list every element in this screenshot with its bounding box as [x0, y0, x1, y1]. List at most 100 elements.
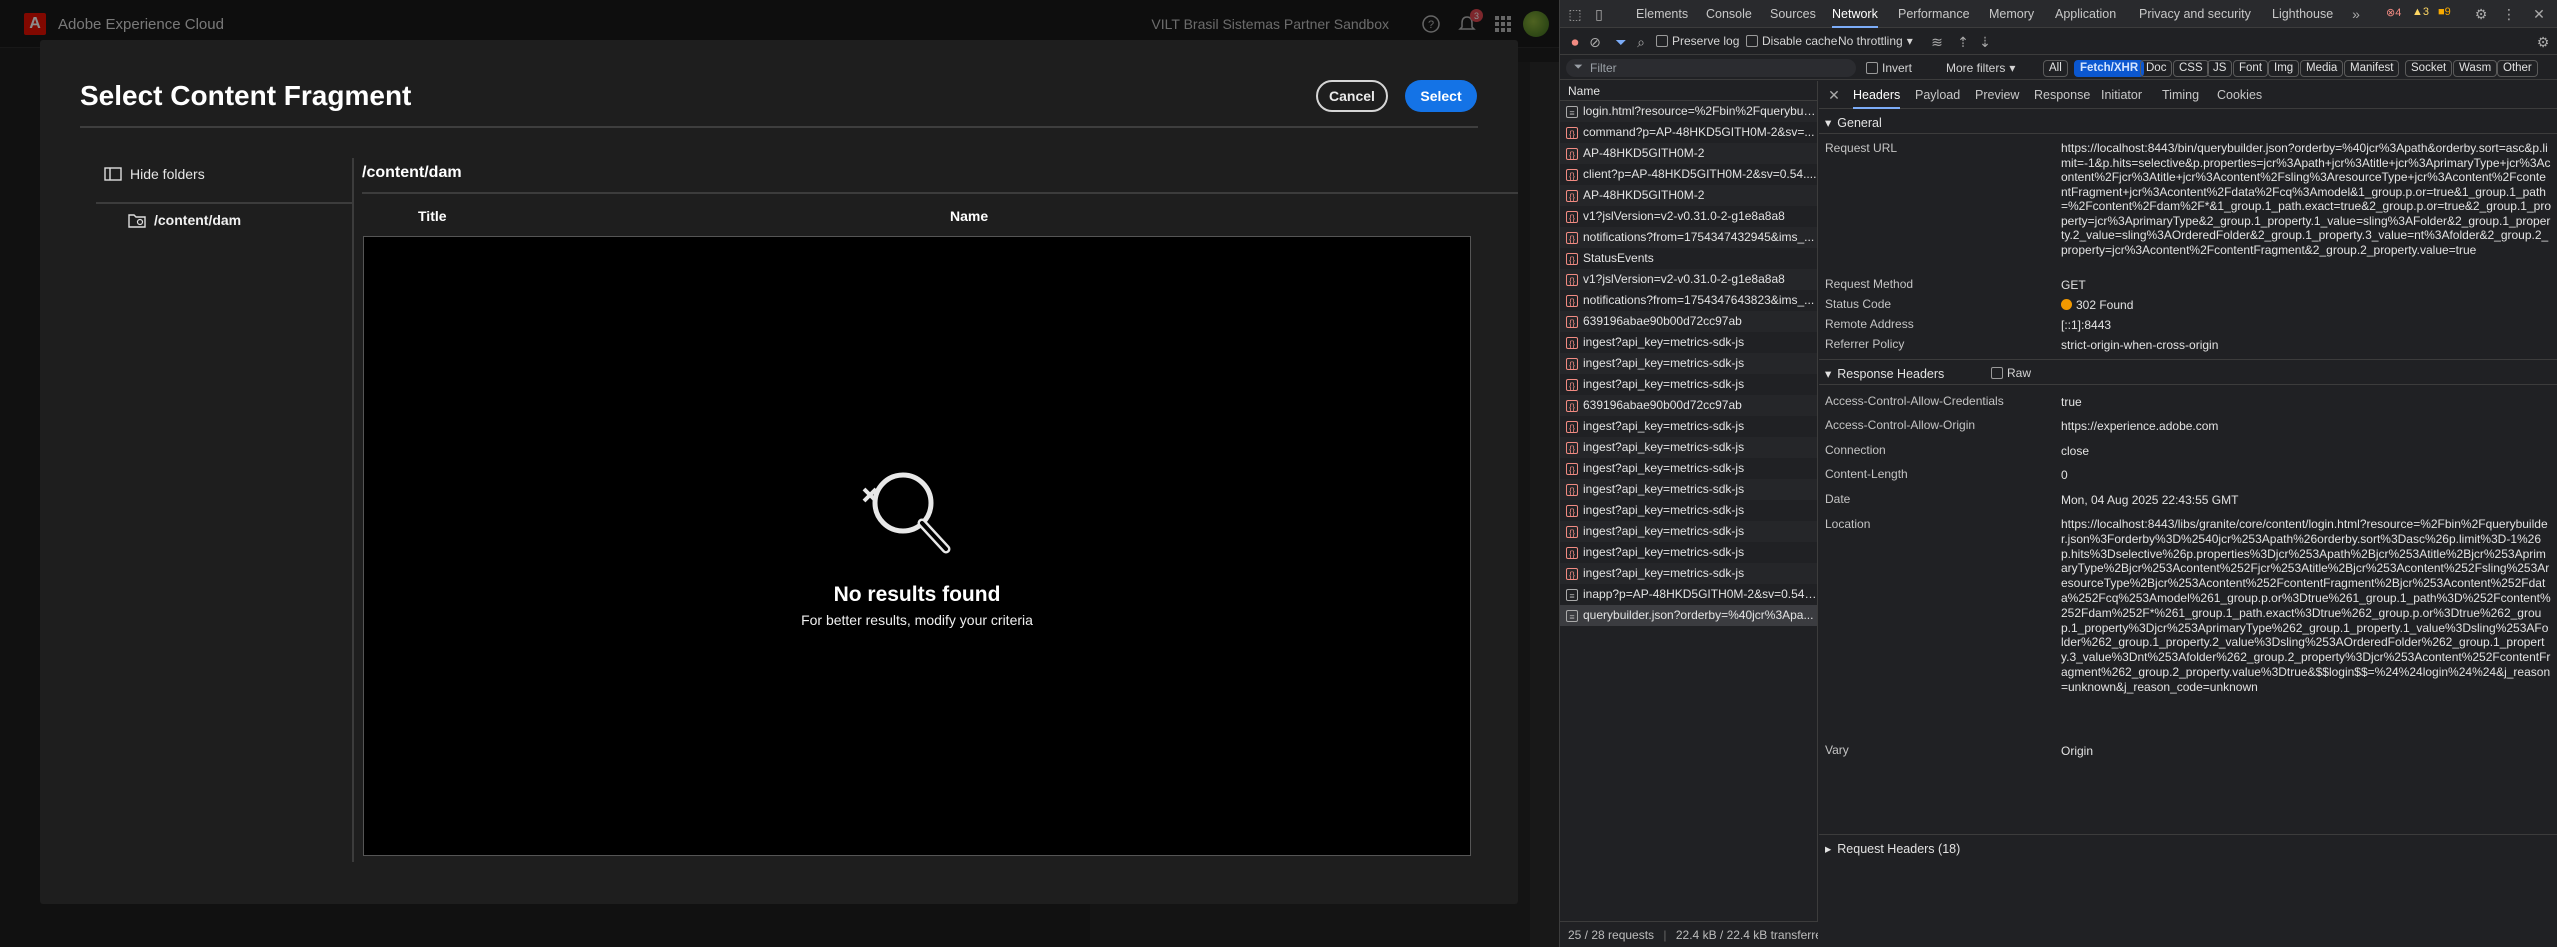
device-toggle-icon[interactable]: ▯: [1590, 5, 1608, 23]
header-value[interactable]: close: [2061, 443, 2551, 459]
tab-application[interactable]: Application: [2055, 0, 2116, 28]
request-row[interactable]: {} 639196abae90b00d72cc97ab: [1560, 395, 1817, 416]
filter-type-css[interactable]: CSS: [2173, 60, 2209, 77]
folder-divider: [96, 202, 352, 204]
filter-type-socket[interactable]: Socket: [2405, 60, 2453, 77]
tab-payload[interactable]: Payload: [1915, 81, 1960, 109]
header-value[interactable]: https://localhost:8443/libs/granite/core…: [2061, 517, 2551, 695]
request-row[interactable]: {} v1?jslVersion=v2-v0.31.0-2-g1e8a8a8: [1560, 206, 1817, 227]
column-header-name[interactable]: Name: [950, 208, 988, 224]
kebab-menu-icon[interactable]: ⋮: [2500, 5, 2518, 23]
request-row[interactable]: {} ingest?api_key=metrics-sdk-js: [1560, 500, 1817, 521]
filter-input[interactable]: Filter: [1566, 59, 1856, 77]
filter-type-media[interactable]: Media: [2300, 60, 2344, 77]
column-header-title[interactable]: Title: [418, 208, 447, 224]
filter-icon[interactable]: ⏷: [1612, 33, 1630, 51]
folder-tree-item-content-dam[interactable]: /content/dam: [128, 212, 241, 228]
header-value[interactable]: 0: [2061, 467, 2551, 483]
tab-response[interactable]: Response: [2034, 81, 2090, 109]
filter-type-manifest[interactable]: Manifest: [2344, 60, 2400, 77]
tab-elements[interactable]: Elements: [1636, 0, 1688, 28]
header-key: Access-Control-Allow-Credentials: [1825, 394, 2004, 408]
request-row[interactable]: {} StatusEvents: [1560, 248, 1817, 269]
close-detail-icon[interactable]: ✕: [1825, 86, 1843, 104]
filter-type-js[interactable]: JS: [2207, 60, 2233, 77]
network-settings-gear-icon[interactable]: ⚙: [2534, 33, 2552, 51]
tab-network[interactable]: Network: [1832, 0, 1878, 28]
response-headers-toggle[interactable]: ▾ Response Headers: [1825, 366, 1944, 382]
more-tabs-icon[interactable]: »: [2347, 5, 2365, 23]
request-name: ingest?api_key=metrics-sdk-js: [1583, 440, 1745, 454]
disable-cache-checkbox[interactable]: Disable cache: [1746, 34, 1837, 48]
tab-performance[interactable]: Performance: [1898, 0, 1970, 28]
filter-type-fetch-xhr[interactable]: Fetch/XHR: [2074, 60, 2145, 77]
invert-checkbox[interactable]: Invert: [1866, 61, 1912, 75]
settings-gear-icon[interactable]: ⚙: [2472, 5, 2490, 23]
request-row[interactable]: {} ingest?api_key=metrics-sdk-js: [1560, 542, 1817, 563]
filter-type-doc[interactable]: Doc: [2140, 60, 2173, 77]
throttling-select[interactable]: No throttling ▾: [1838, 34, 1913, 48]
tab-lighthouse[interactable]: Lighthouse: [2272, 0, 2333, 28]
filter-type-all[interactable]: All: [2043, 60, 2068, 77]
select-button[interactable]: Select: [1405, 80, 1477, 112]
filter-type-wasm[interactable]: Wasm: [2453, 60, 2498, 77]
request-row[interactable]: {} ingest?api_key=metrics-sdk-js: [1560, 563, 1817, 584]
request-row[interactable]: {} command?p=AP-48HKD5GITH0M-2&sv=...: [1560, 122, 1817, 143]
import-icon[interactable]: ⇡: [1954, 33, 1972, 51]
general-section-toggle[interactable]: ▾ General: [1825, 115, 1882, 131]
request-row[interactable]: {} ingest?api_key=metrics-sdk-js: [1560, 458, 1817, 479]
raw-checkbox[interactable]: Raw: [1991, 366, 2031, 380]
preserve-log-checkbox[interactable]: Preserve log: [1656, 34, 1739, 48]
header-value[interactable]: https://experience.adobe.com: [2061, 418, 2551, 434]
warning-count-badge[interactable]: ▲3: [2412, 6, 2429, 18]
request-row[interactable]: {} ingest?api_key=metrics-sdk-js: [1560, 437, 1817, 458]
header-value[interactable]: Origin: [2061, 743, 2551, 759]
tab-cookies[interactable]: Cookies: [2217, 81, 2262, 109]
request-row[interactable]: {} ingest?api_key=metrics-sdk-js: [1560, 353, 1817, 374]
tab-memory[interactable]: Memory: [1989, 0, 2034, 28]
request-row[interactable]: {} notifications?from=1754347432945&ims_.…: [1560, 227, 1817, 248]
funnel-icon: ⏷: [1574, 61, 1583, 73]
tab-timing[interactable]: Timing: [2162, 81, 2199, 109]
tab-privacy-security[interactable]: Privacy and security: [2139, 0, 2251, 28]
request-row[interactable]: {} notifications?from=1754347643823&ims_.…: [1560, 290, 1817, 311]
request-row[interactable]: {} AP-48HKD5GITH0M-2: [1560, 143, 1817, 164]
inspect-element-icon[interactable]: ⬚: [1566, 5, 1584, 23]
close-icon[interactable]: ✕: [2530, 5, 2548, 23]
request-row[interactable]: {} client?p=AP-48HKD5GITH0M-2&sv=0.54....: [1560, 164, 1817, 185]
request-list-header[interactable]: Name: [1560, 81, 1817, 101]
empty-state-title: No results found: [833, 583, 1001, 606]
request-row[interactable]: ≡ login.html?resource=%2Fbin%2Fquerybuil.…: [1560, 101, 1817, 122]
record-icon[interactable]: ⏺: [1566, 33, 1584, 51]
tab-initiator[interactable]: Initiator: [2101, 81, 2142, 109]
request-row[interactable]: {} ingest?api_key=metrics-sdk-js: [1560, 479, 1817, 500]
request-row[interactable]: {} ingest?api_key=metrics-sdk-js: [1560, 332, 1817, 353]
header-value[interactable]: Mon, 04 Aug 2025 22:43:55 GMT: [2061, 492, 2551, 508]
request-row[interactable]: {} ingest?api_key=metrics-sdk-js: [1560, 521, 1817, 542]
request-row[interactable]: {} AP-48HKD5GITH0M-2: [1560, 185, 1817, 206]
wifi-icon[interactable]: ≋: [1928, 33, 1946, 51]
request-row[interactable]: {} ingest?api_key=metrics-sdk-js: [1560, 416, 1817, 437]
request-row[interactable]: {} ingest?api_key=metrics-sdk-js: [1560, 374, 1817, 395]
request-row[interactable]: ≡ querybuilder.json?orderby=%40jcr%3Apa..…: [1560, 605, 1817, 626]
tab-headers[interactable]: Headers: [1853, 81, 1901, 109]
tab-console[interactable]: Console: [1706, 0, 1752, 28]
tab-sources[interactable]: Sources: [1770, 0, 1816, 28]
request-headers-toggle[interactable]: ▸ Request Headers (18): [1825, 841, 1960, 857]
export-icon[interactable]: ⇣: [1976, 33, 1994, 51]
filter-type-font[interactable]: Font: [2233, 60, 2269, 77]
tab-preview[interactable]: Preview: [1975, 81, 2019, 109]
more-filters-dropdown[interactable]: More filters ▾: [1946, 61, 2015, 75]
info-count-badge[interactable]: ■9: [2438, 6, 2451, 18]
clear-icon[interactable]: ⊘: [1586, 33, 1604, 51]
header-value[interactable]: true: [2061, 394, 2551, 410]
filter-type-other[interactable]: Other: [2497, 60, 2538, 77]
filter-type-img[interactable]: Img: [2268, 60, 2300, 77]
request-row[interactable]: ≡ inapp?p=AP-48HKD5GITH0M-2&sv=0.54....: [1560, 584, 1817, 605]
hide-folders-button[interactable]: Hide folders: [104, 166, 205, 182]
request-row[interactable]: {} 639196abae90b00d72cc97ab: [1560, 311, 1817, 332]
error-count-badge[interactable]: ⊗4: [2386, 6, 2401, 19]
request-row[interactable]: {} v1?jslVersion=v2-v0.31.0-2-g1e8a8a8: [1560, 269, 1817, 290]
search-icon[interactable]: ⌕: [1632, 33, 1650, 51]
cancel-button[interactable]: Cancel: [1316, 80, 1388, 112]
